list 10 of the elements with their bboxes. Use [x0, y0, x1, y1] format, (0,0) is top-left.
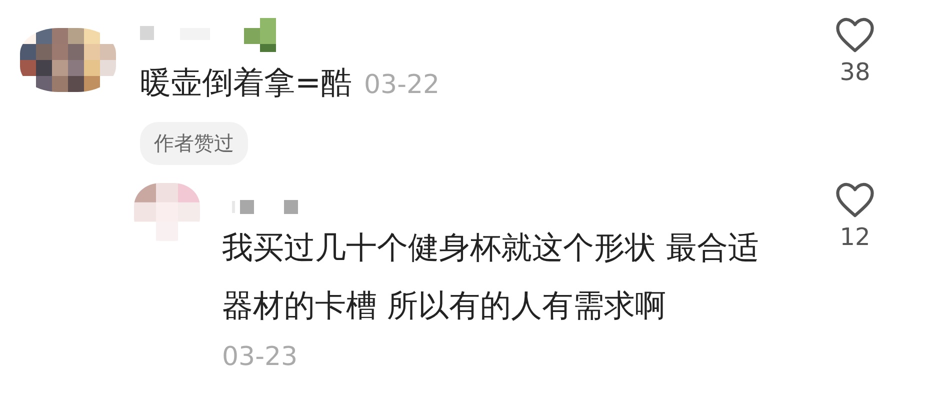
pixelated-avatar [134, 183, 200, 241]
heart-icon[interactable] [834, 16, 876, 54]
comment-text: 我买过几十个健身杯就这个形状 最合适器材的卡槽 所以有的人有需求啊 [222, 230, 759, 324]
like-count: 38 [840, 58, 870, 86]
author-liked-badge: 作者赞过 [140, 122, 248, 165]
comment-date: 03-22 [364, 70, 440, 100]
comment-text: 暖壶倒着拿=酷 [140, 65, 352, 101]
heart-icon[interactable] [834, 181, 876, 219]
like-count: 12 [840, 223, 870, 251]
comment-date: 03-23 [222, 341, 299, 374]
